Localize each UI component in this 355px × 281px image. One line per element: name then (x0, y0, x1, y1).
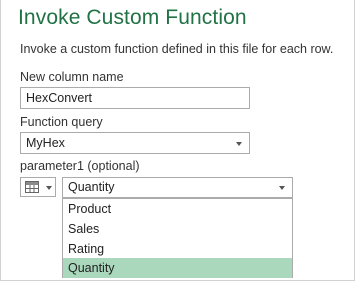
function-query-value: MyHex (26, 136, 65, 150)
invoke-custom-function-dialog: Invoke Custom Function Invoke a custom f… (0, 0, 355, 281)
new-column-name-input[interactable]: HexConvert (20, 87, 250, 109)
chevron-down-icon (236, 142, 242, 146)
dialog-title: Invoke Custom Function (18, 6, 247, 29)
function-query-label: Function query (20, 115, 103, 129)
chevron-down-icon (279, 186, 285, 190)
parameter1-value: Quantity (68, 180, 115, 194)
dropdown-option[interactable]: Product (63, 199, 292, 219)
chevron-down-icon (46, 186, 52, 190)
dropdown-option-selected[interactable]: Quantity (63, 258, 292, 278)
dropdown-option[interactable]: Rating (63, 239, 292, 259)
parameter1-column-select[interactable]: Quantity (62, 177, 293, 198)
table-icon (25, 181, 39, 193)
new-column-name-label: New column name (20, 70, 124, 84)
parameter1-type-button[interactable] (20, 177, 56, 197)
dialog-description: Invoke a custom function defined in this… (20, 42, 334, 56)
function-query-select[interactable]: MyHex (20, 132, 250, 154)
parameter1-label: parameter1 (optional) (20, 159, 140, 173)
parameter1-dropdown-list: Product Sales Rating Quantity (62, 198, 293, 278)
dropdown-option[interactable]: Sales (63, 219, 292, 239)
